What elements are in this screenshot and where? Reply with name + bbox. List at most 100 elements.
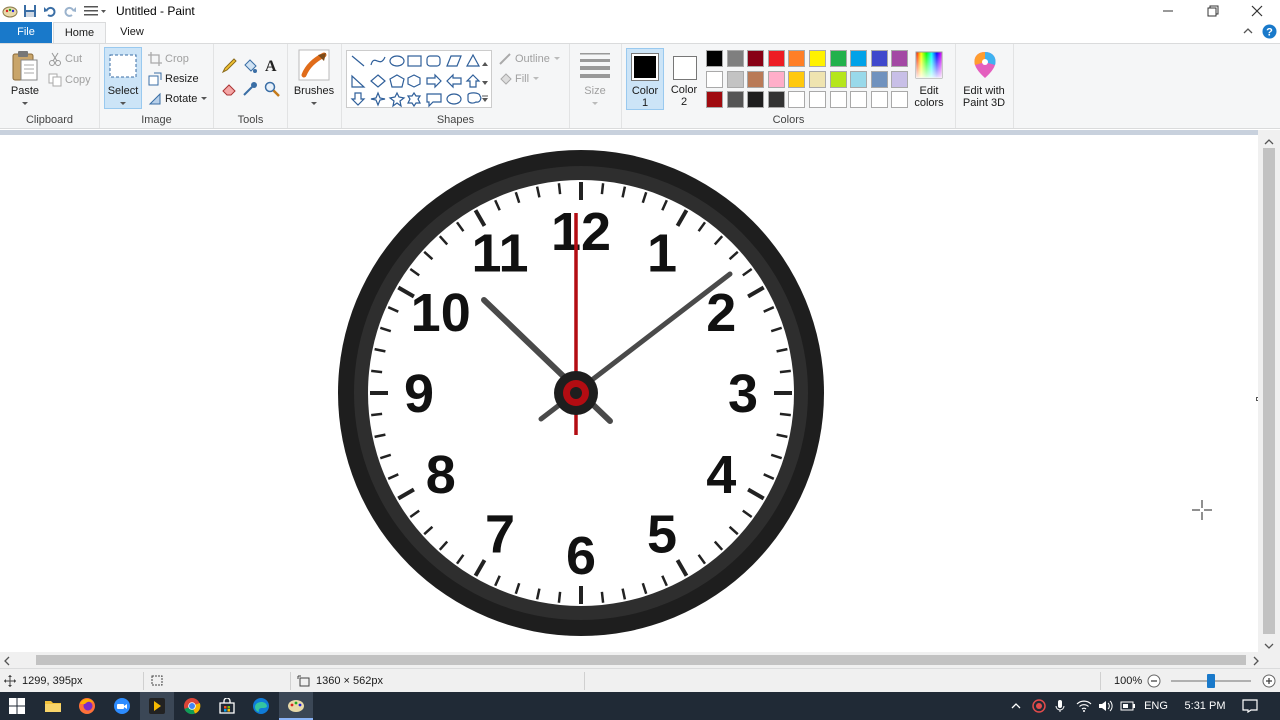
palette-swatch[interactable] bbox=[850, 50, 868, 67]
edge-button[interactable] bbox=[244, 692, 278, 720]
volume-icon[interactable] bbox=[1097, 692, 1115, 720]
palette-swatch[interactable] bbox=[726, 50, 744, 67]
palette-swatch[interactable] bbox=[870, 70, 888, 88]
palette-swatch[interactable] bbox=[891, 50, 909, 67]
palette-swatch[interactable] bbox=[747, 50, 765, 67]
size-button[interactable]: Size bbox=[570, 85, 620, 109]
palette-swatch[interactable] bbox=[767, 50, 785, 67]
tray-overflow-icon[interactable] bbox=[1008, 692, 1024, 720]
paint-taskbar-button[interactable] bbox=[279, 692, 313, 720]
palette-swatch[interactable] bbox=[809, 91, 826, 109]
cut-button[interactable]: Cut bbox=[48, 50, 82, 68]
outline-button[interactable]: Outline bbox=[498, 50, 563, 68]
horizontal-scrollbar[interactable] bbox=[0, 652, 1280, 668]
restore-button[interactable] bbox=[1191, 0, 1235, 22]
shapes-gallery[interactable] bbox=[346, 50, 492, 108]
vertical-scroll-thumb[interactable] bbox=[1263, 148, 1275, 634]
file-explorer-button[interactable] bbox=[36, 692, 70, 720]
save-icon[interactable] bbox=[20, 1, 40, 21]
scroll-up-icon[interactable] bbox=[1264, 136, 1274, 148]
close-button[interactable] bbox=[1235, 0, 1279, 22]
fill-button[interactable]: Fill bbox=[498, 70, 542, 88]
wifi-icon[interactable] bbox=[1075, 692, 1093, 720]
undo-icon[interactable] bbox=[40, 1, 60, 21]
zoom-slider-thumb[interactable] bbox=[1207, 674, 1215, 688]
text-icon[interactable]: A bbox=[264, 57, 280, 76]
paste-button[interactable]: Paste bbox=[5, 85, 45, 109]
brush-icon[interactable] bbox=[298, 49, 330, 84]
tab-view[interactable]: View bbox=[107, 22, 157, 43]
select-button[interactable]: Select bbox=[104, 47, 142, 109]
paint3d-icon[interactable] bbox=[971, 50, 999, 83]
media-app-button[interactable] bbox=[140, 692, 174, 720]
color-picker-icon[interactable] bbox=[242, 81, 258, 100]
paint-app-icon[interactable] bbox=[0, 1, 20, 21]
palette-swatch[interactable] bbox=[870, 91, 888, 109]
horizontal-scroll-thumb[interactable] bbox=[36, 655, 1246, 665]
record-icon[interactable] bbox=[1030, 692, 1048, 720]
palette-swatch[interactable] bbox=[788, 50, 806, 67]
eraser-icon[interactable] bbox=[221, 81, 237, 100]
shapes-scroll-down-icon[interactable] bbox=[481, 77, 489, 89]
zoom-out-button[interactable] bbox=[1147, 669, 1161, 693]
notifications-icon[interactable] bbox=[1240, 692, 1260, 720]
palette-swatch[interactable] bbox=[788, 70, 806, 88]
crop-button[interactable]: Crop bbox=[148, 50, 189, 68]
collapse-ribbon-icon[interactable] bbox=[1243, 26, 1253, 39]
tab-file[interactable]: File bbox=[0, 22, 52, 43]
palette-swatch[interactable] bbox=[767, 70, 785, 88]
resize-button[interactable]: Resize bbox=[148, 70, 199, 88]
line-size-icon[interactable] bbox=[580, 52, 612, 81]
minimize-button[interactable] bbox=[1146, 0, 1190, 22]
palette-swatch[interactable] bbox=[726, 91, 744, 109]
color1-button[interactable]: Color 1 bbox=[626, 48, 664, 110]
palette-swatch[interactable] bbox=[726, 70, 744, 88]
vertical-scrollbar[interactable] bbox=[1258, 130, 1280, 652]
shapes-expand-icon[interactable] bbox=[481, 94, 489, 106]
palette-swatch[interactable] bbox=[706, 70, 723, 88]
drawing-canvas[interactable]: 12 1 2 3 4 5 6 7 8 9 10 11 bbox=[0, 135, 1258, 652]
palette-swatch[interactable] bbox=[706, 50, 723, 67]
copy-button[interactable]: Copy bbox=[48, 71, 91, 89]
edit-colors-button[interactable]: Edit colors bbox=[906, 85, 952, 109]
magnifier-icon[interactable] bbox=[264, 81, 280, 100]
start-button[interactable] bbox=[0, 692, 34, 720]
palette-swatch[interactable] bbox=[767, 91, 785, 109]
clock-time[interactable]: 5:31 PM bbox=[1177, 692, 1233, 720]
pencil-icon[interactable] bbox=[221, 58, 237, 77]
palette-swatch[interactable] bbox=[747, 91, 765, 109]
store-button[interactable] bbox=[210, 692, 244, 720]
zoom-app-button[interactable] bbox=[105, 692, 139, 720]
brushes-button[interactable]: Brushes bbox=[290, 85, 338, 109]
palette-swatch[interactable] bbox=[829, 50, 847, 67]
zoom-in-button[interactable] bbox=[1262, 669, 1276, 693]
edit-colors-icon[interactable] bbox=[915, 51, 943, 82]
palette-swatch[interactable] bbox=[809, 50, 826, 67]
language-indicator[interactable]: ENG bbox=[1141, 692, 1171, 720]
shapes-scroll-up-icon[interactable] bbox=[481, 58, 489, 70]
palette-swatch[interactable] bbox=[747, 70, 765, 88]
chrome-button[interactable] bbox=[175, 692, 209, 720]
edit-with-paint3d-button[interactable]: Edit with Paint 3D bbox=[956, 85, 1012, 109]
image-group-label: Image bbox=[141, 114, 172, 126]
microphone-icon[interactable] bbox=[1052, 692, 1068, 720]
palette-swatch[interactable] bbox=[788, 91, 806, 109]
paste-icon[interactable] bbox=[11, 50, 39, 85]
palette-swatch[interactable] bbox=[850, 70, 868, 88]
tab-home[interactable]: Home bbox=[53, 22, 106, 44]
help-icon[interactable]: ? bbox=[1262, 24, 1277, 42]
palette-swatch[interactable] bbox=[850, 91, 868, 109]
scroll-down-icon[interactable] bbox=[1264, 640, 1274, 652]
palette-swatch[interactable] bbox=[809, 70, 826, 88]
palette-swatch[interactable] bbox=[829, 91, 847, 109]
palette-swatch[interactable] bbox=[870, 50, 888, 67]
fill-bucket-icon[interactable] bbox=[242, 58, 258, 77]
battery-icon[interactable] bbox=[1119, 692, 1137, 720]
rotate-button[interactable]: Rotate bbox=[148, 90, 210, 108]
palette-swatch[interactable] bbox=[829, 70, 847, 88]
color2-button[interactable]: Color 2 bbox=[666, 48, 704, 110]
palette-swatch[interactable] bbox=[706, 91, 723, 109]
quick-access-customize-icon[interactable] bbox=[80, 1, 110, 21]
redo-icon[interactable] bbox=[60, 1, 80, 21]
firefox-button[interactable] bbox=[70, 692, 104, 720]
